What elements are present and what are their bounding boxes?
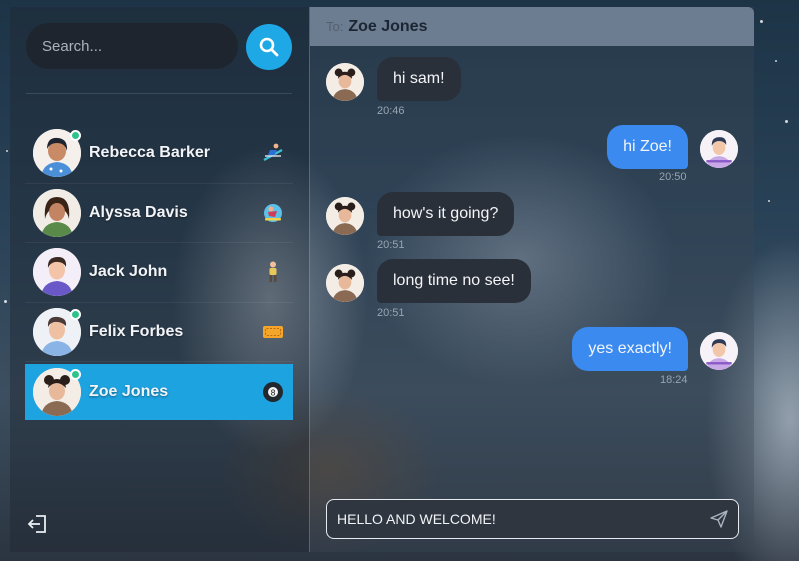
contact-name: Felix Forbes <box>89 322 184 340</box>
message-text: how's it going? <box>393 205 499 222</box>
ticket-icon <box>261 320 285 344</box>
avatar <box>33 368 81 416</box>
message-time: 18:24 <box>660 374 688 386</box>
message-bubble-outgoing: hi Zoe! <box>607 125 688 169</box>
search-button[interactable] <box>246 24 292 70</box>
avatar <box>33 248 81 297</box>
divider <box>26 93 292 94</box>
8-ball-icon: 8 <box>261 380 285 404</box>
avatar <box>326 63 364 101</box>
message-text: hi sam! <box>393 70 445 87</box>
online-indicator <box>70 369 81 380</box>
avatar <box>700 130 738 168</box>
recipient-name: Zoe Jones <box>348 17 428 35</box>
contact-item-zoe-jones[interactable]: Zoe Jones 8 <box>25 364 293 420</box>
contact-name: Zoe Jones <box>89 383 169 400</box>
svg-text:8: 8 <box>270 389 275 398</box>
contact-list: Rebecca Barker Alyssa Davis Jack John Fe… <box>25 124 293 420</box>
message-bubble-incoming: long time no see! <box>377 259 531 303</box>
sidebar: Rebecca Barker <box>10 7 310 552</box>
message-time: 20:51 <box>377 307 405 319</box>
avatar <box>33 307 81 356</box>
chat-panel: To: Zoe Jones hi sam! 20:46 hi Zoe! 20:5… <box>310 7 754 552</box>
message-bubble-incoming: how's it going? <box>377 192 515 236</box>
person-walking-icon <box>261 260 285 284</box>
logout-button[interactable] <box>27 513 49 535</box>
send-button[interactable] <box>710 510 728 528</box>
snowboarder-icon <box>261 201 285 225</box>
contact-name: Jack John <box>89 263 168 281</box>
avatar <box>326 264 364 302</box>
search-icon <box>259 37 279 57</box>
online-indicator <box>70 130 81 142</box>
message-time: 20:51 <box>377 239 405 251</box>
search-box <box>26 23 238 69</box>
avatar <box>33 129 81 178</box>
search-input[interactable] <box>42 37 222 55</box>
avatar <box>33 188 81 237</box>
contact-item-jack-john[interactable]: Jack John <box>25 243 293 303</box>
avatar <box>700 332 738 370</box>
logout-icon <box>27 515 46 533</box>
message-time: 20:50 <box>659 171 687 183</box>
message-composer <box>326 499 739 539</box>
contact-name: Rebecca Barker <box>89 144 210 162</box>
online-indicator <box>70 308 81 320</box>
send-icon <box>710 510 728 528</box>
message-text: long time no see! <box>393 272 515 289</box>
contact-item-felix-forbes[interactable]: Felix Forbes <box>25 303 293 362</box>
message-input[interactable] <box>337 511 697 527</box>
chat-header: To: Zoe Jones <box>310 7 754 46</box>
message-text: yes exactly! <box>588 340 672 357</box>
message-bubble-incoming: hi sam! <box>377 57 461 101</box>
message-bubble-outgoing: yes exactly! <box>572 327 688 371</box>
contact-item-rebecca-barker[interactable]: Rebecca Barker <box>25 124 293 184</box>
skier-icon <box>261 141 285 165</box>
message-text: hi Zoe! <box>623 138 672 155</box>
avatar <box>326 197 364 235</box>
contact-name: Alyssa Davis <box>89 203 188 221</box>
to-label: To: <box>326 19 344 34</box>
contact-item-alyssa-davis[interactable]: Alyssa Davis <box>25 184 293 243</box>
message-time: 20:46 <box>377 105 405 117</box>
